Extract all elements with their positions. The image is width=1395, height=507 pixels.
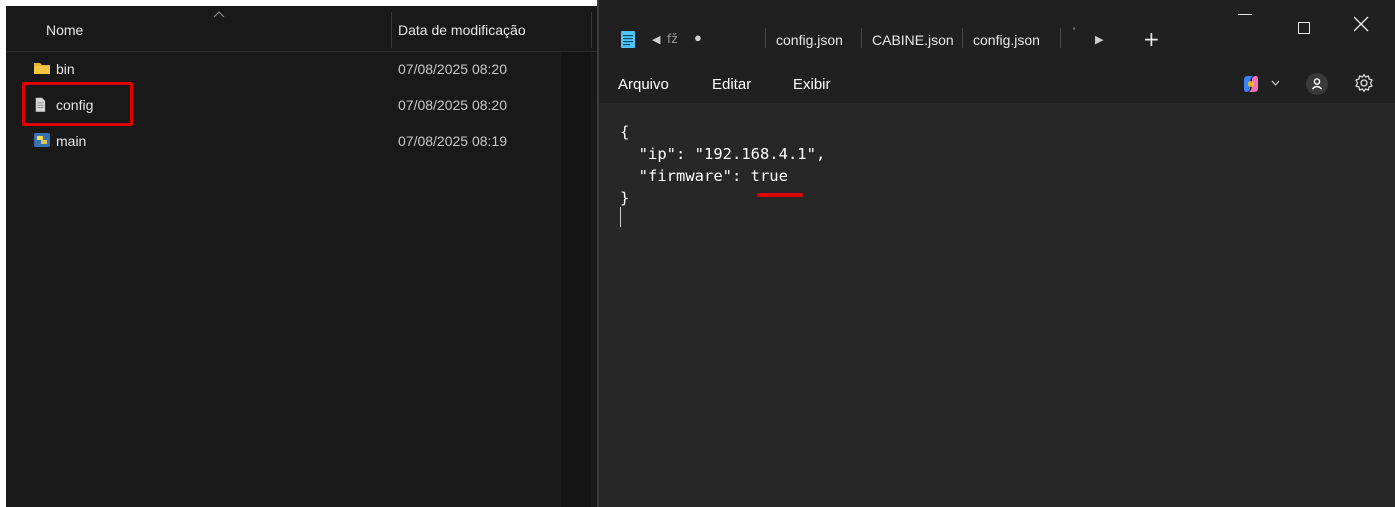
column-separator[interactable] xyxy=(391,12,392,48)
menu-arquivo[interactable]: Arquivo xyxy=(618,76,669,93)
tab-scroll-right-icon[interactable]: ▶ xyxy=(1095,33,1103,46)
text-editor[interactable]: { "ip": "192.168.4.1", "firmware": true … xyxy=(599,103,1395,507)
unsaved-indicator-icon: ● xyxy=(694,30,702,45)
annotation-underline xyxy=(757,193,803,197)
column-separator[interactable] xyxy=(591,12,592,48)
new-tab-plus-icon[interactable]: + xyxy=(1143,27,1160,51)
column-header-date-modified[interactable]: Data de modificação xyxy=(398,22,526,38)
minimize-icon[interactable] xyxy=(1238,14,1252,15)
title-bar: ◀ fž ● config.json CABINE.json config.js… xyxy=(599,0,1395,66)
tab-separator xyxy=(861,28,862,48)
column-header-name[interactable]: Nome xyxy=(46,22,83,38)
tab-overflow-icon: ' xyxy=(1073,26,1076,38)
code-line: "ip": "192.168.4.1", xyxy=(620,145,826,163)
settings-gear-icon[interactable] xyxy=(1354,73,1374,93)
file-row-main[interactable]: main 07/08/2025 08:19 xyxy=(6,124,561,158)
file-date: 07/08/2025 08:19 xyxy=(398,133,507,149)
tab-config-json[interactable]: config.json xyxy=(776,32,843,48)
tab-separator xyxy=(1060,28,1061,48)
text-caret xyxy=(620,207,621,227)
chevron-down-icon[interactable] xyxy=(1271,80,1280,86)
code-line: "firmware": true xyxy=(620,167,788,185)
tab-cabine-json[interactable]: CABINE.json xyxy=(872,32,954,48)
file-date: 07/08/2025 08:20 xyxy=(398,61,507,77)
tab-separator xyxy=(962,28,963,48)
code-line: } xyxy=(620,189,630,207)
file-name: main xyxy=(56,133,87,149)
notepad-app-icon xyxy=(621,31,635,48)
copilot-icon[interactable] xyxy=(1241,74,1261,94)
menu-editar[interactable]: Editar xyxy=(712,76,751,93)
maximize-icon[interactable] xyxy=(1298,22,1310,34)
code-line: { xyxy=(620,123,630,141)
folder-icon xyxy=(34,63,50,74)
file-row-bin[interactable]: bin 07/08/2025 08:20 xyxy=(6,52,561,86)
tab-separator xyxy=(765,28,766,48)
file-name: bin xyxy=(56,61,75,77)
close-icon[interactable] xyxy=(1353,16,1369,32)
tab-partial[interactable]: fž xyxy=(667,32,678,46)
sort-ascending-icon xyxy=(213,11,225,18)
tab-scroll-left-icon[interactable]: ◀ xyxy=(652,33,660,46)
annotation-highlight-box xyxy=(22,82,133,126)
notepad-window: ◀ fž ● config.json CABINE.json config.js… xyxy=(597,0,1395,507)
python-file-icon xyxy=(34,133,50,147)
file-date: 07/08/2025 08:20 xyxy=(398,97,507,113)
menu-bar: Arquivo Editar Exibir xyxy=(599,66,1395,103)
profile-icon[interactable] xyxy=(1306,73,1328,95)
tab-config-json-2[interactable]: config.json xyxy=(973,32,1040,48)
column-header-row: Nome Data de modificação xyxy=(6,6,597,52)
file-explorer-pane: Nome Data de modificação bin 07/08/2025 … xyxy=(0,0,597,507)
scroll-gutter xyxy=(561,52,591,507)
menu-exibir[interactable]: Exibir xyxy=(793,76,831,93)
